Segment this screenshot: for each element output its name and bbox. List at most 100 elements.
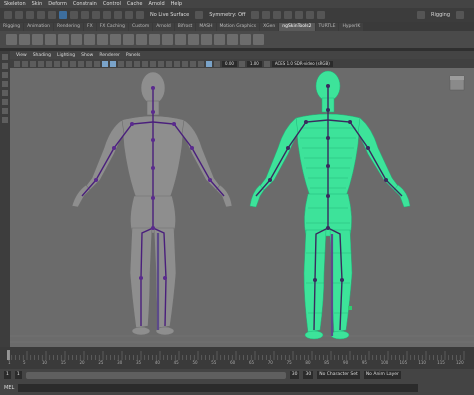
shelf-tool-icon[interactable]: [240, 34, 251, 45]
exposure-icon[interactable]: [214, 60, 220, 67]
depth-of-field-icon[interactable]: [174, 60, 180, 67]
lock-camera-icon[interactable]: [22, 60, 28, 67]
snap-view-icon[interactable]: [125, 11, 133, 19]
shelf-tool-icon[interactable]: [58, 34, 69, 45]
workspace-selector[interactable]: Rigging: [431, 12, 450, 18]
live-surface-field[interactable]: No Live Surface: [150, 12, 189, 18]
history-icon[interactable]: [251, 11, 260, 19]
select-by-object-icon[interactable]: [70, 11, 78, 19]
xray-icon[interactable]: [190, 60, 196, 67]
shelf-tab-bifrost[interactable]: Bifrost: [174, 23, 196, 31]
shelf-tab-fx-caching[interactable]: FX Caching: [96, 23, 128, 31]
live-surface-icon[interactable]: [136, 11, 144, 19]
new-scene-icon[interactable]: [4, 11, 12, 19]
anti-aliasing-icon[interactable]: [166, 60, 172, 67]
menu-cache[interactable]: Cache: [127, 1, 143, 7]
menu-control[interactable]: Control: [103, 1, 121, 7]
perspective-viewport[interactable]: [10, 68, 474, 347]
shelf-tab-hyperik[interactable]: HyperIK: [339, 23, 364, 31]
select-by-component-icon[interactable]: [81, 11, 89, 19]
snap-grid-icon[interactable]: [92, 11, 100, 19]
shelf-tool-icon[interactable]: [110, 34, 121, 45]
shelf-tool-icon[interactable]: [45, 34, 56, 45]
ipr-render-icon[interactable]: [273, 11, 282, 19]
select-tool-icon[interactable]: [2, 54, 8, 60]
user-icon[interactable]: [417, 11, 426, 19]
grid-toggle-icon[interactable]: [54, 60, 60, 67]
move-tool-icon[interactable]: [2, 81, 8, 87]
time-slider[interactable]: 1 5 10 15 20 25 30 35 40 45 50 55 60 65 70 75 80 85 90 95 10…: [0, 347, 474, 369]
shelf-tool-icon[interactable]: [214, 34, 225, 45]
playback-start-field[interactable]: 1: [14, 371, 22, 379]
playback-end-field[interactable]: 30: [289, 371, 300, 379]
current-frame-marker[interactable]: [7, 350, 10, 360]
lasso-tool-icon[interactable]: [2, 63, 8, 69]
menu-skeleton[interactable]: Skeleton: [4, 1, 26, 7]
menu-help[interactable]: Help: [171, 1, 182, 7]
snap-point-icon[interactable]: [114, 11, 122, 19]
view-transform-dropdown[interactable]: ACES 1.0 SDR-video (sRGB): [271, 60, 333, 67]
select-camera-icon[interactable]: [14, 60, 20, 67]
xray-joints-icon[interactable]: [206, 60, 212, 67]
wireframe-icon[interactable]: [102, 60, 108, 67]
shelf-tool-icon[interactable]: [162, 34, 173, 45]
shelf-tab-custom[interactable]: Custom: [128, 23, 153, 31]
default-material-icon[interactable]: [118, 60, 124, 67]
exposure-field[interactable]: 0.00: [222, 60, 237, 67]
shelf-tool-icon[interactable]: [123, 34, 134, 45]
redo-icon[interactable]: [48, 11, 56, 19]
use-all-lights-icon[interactable]: [134, 60, 140, 67]
shelf-tool-icon[interactable]: [97, 34, 108, 45]
gamma-icon[interactable]: [238, 60, 245, 67]
shelf-tab-turtle[interactable]: TURTLE: [315, 23, 339, 31]
menu-constrain[interactable]: Constrain: [73, 1, 97, 7]
range-bar[interactable]: [25, 371, 286, 379]
image-plane-icon[interactable]: [46, 60, 52, 67]
motion-blur-icon[interactable]: [158, 60, 164, 67]
anim-layer-dropdown[interactable]: No Anim Layer: [363, 371, 401, 379]
shelf-tool-icon[interactable]: [149, 34, 160, 45]
select-by-hierarchy-icon[interactable]: [59, 11, 67, 19]
shelf-tool-icon[interactable]: [6, 34, 17, 45]
shelf-tab-mash[interactable]: MASH: [196, 23, 216, 31]
rotate-tool-icon[interactable]: [2, 90, 8, 96]
scale-tool-icon[interactable]: [2, 99, 8, 105]
shelf-tool-icon[interactable]: [32, 34, 43, 45]
view-cube[interactable]: [449, 75, 465, 91]
menu-arnold[interactable]: Arnold: [148, 1, 164, 7]
character-set-dropdown[interactable]: No Character Set: [317, 371, 360, 379]
four-view-icon[interactable]: [2, 117, 8, 123]
shelf-tool-icon[interactable]: [253, 34, 264, 45]
shelf-tool-icon[interactable]: [71, 34, 82, 45]
shelf-tab-xgen[interactable]: XGen: [260, 23, 279, 31]
isolate-select-icon[interactable]: [182, 60, 188, 67]
shelf-tab-fx[interactable]: FX: [84, 23, 96, 31]
save-scene-icon[interactable]: [26, 11, 34, 19]
panel-menu-shading[interactable]: Shading: [33, 53, 51, 58]
field-chart-icon[interactable]: [86, 60, 92, 67]
undo-icon[interactable]: [37, 11, 45, 19]
menu-skin[interactable]: Skin: [32, 1, 43, 7]
render-settings-icon[interactable]: [284, 11, 293, 19]
gate-mask-icon[interactable]: [78, 60, 84, 67]
resolution-gate-icon[interactable]: [70, 60, 76, 67]
anim-start-field[interactable]: 1: [4, 371, 11, 379]
shelf-tool-icon[interactable]: [136, 34, 147, 45]
shelf-tab-ngskintools2[interactable]: ngSkinTools2: [279, 23, 315, 31]
camera-attributes-icon[interactable]: [30, 60, 36, 67]
film-gate-icon[interactable]: [62, 60, 68, 67]
shelf-tool-icon[interactable]: [227, 34, 238, 45]
color-management-icon[interactable]: [263, 60, 270, 67]
snap-curve-icon[interactable]: [103, 11, 111, 19]
shelf-tab-animation[interactable]: Animation: [24, 23, 54, 31]
render-icon[interactable]: [262, 11, 271, 19]
open-scene-icon[interactable]: [15, 11, 23, 19]
shelf-tool-icon[interactable]: [175, 34, 186, 45]
skeleton-joints-gray[interactable]: [81, 86, 225, 330]
panel-menu-panels[interactable]: Panels: [126, 53, 140, 58]
arnold-render-icon[interactable]: [306, 11, 315, 19]
shelf-tool-icon[interactable]: [188, 34, 199, 45]
arnold-ipr-icon[interactable]: [317, 11, 326, 19]
menu-deform[interactable]: Deform: [48, 1, 67, 7]
single-view-icon[interactable]: [2, 108, 8, 114]
